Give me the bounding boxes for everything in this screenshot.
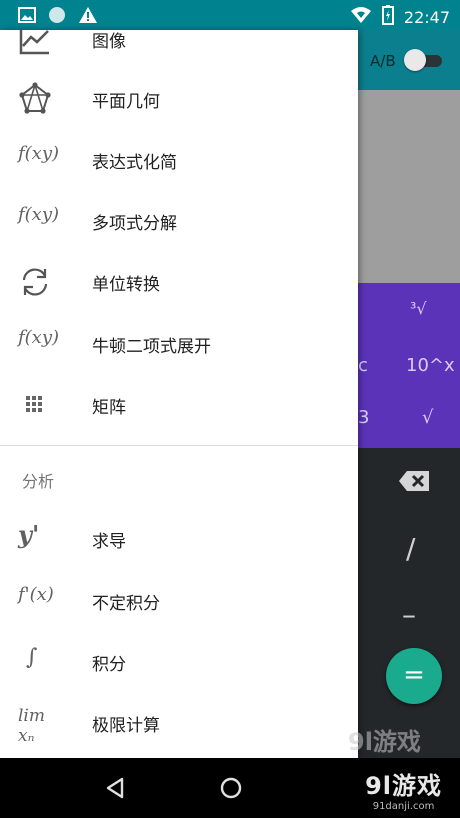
image-notification-icon bbox=[18, 7, 36, 27]
drawer-item-label: 图像 bbox=[92, 32, 126, 52]
ab-toggle-switch[interactable] bbox=[404, 49, 444, 71]
back-icon[interactable] bbox=[104, 776, 126, 804]
backspace-icon[interactable] bbox=[398, 470, 430, 496]
section-title-analysis: 分析 bbox=[22, 472, 55, 491]
c-key[interactable]: c bbox=[358, 355, 368, 376]
drawer-item-label: 求导 bbox=[92, 532, 126, 552]
function-icon: f(xy) bbox=[18, 204, 60, 225]
warning-icon bbox=[78, 6, 98, 28]
watermark-overlay: 9l游戏 bbox=[348, 728, 421, 756]
drawer-item-binomial[interactable]: f(xy) 牛顿二项式展开 bbox=[0, 313, 358, 374]
drawer-item-simplify[interactable]: f(xy) 表达式化简 bbox=[0, 129, 358, 190]
sqrt-key[interactable]: √ bbox=[422, 407, 433, 428]
chart-line-icon bbox=[18, 30, 54, 56]
drawer-item-plane-geometry[interactable]: 平面几何 bbox=[0, 68, 358, 129]
drawer-item-limit[interactable]: lim xₙ 极限计算 bbox=[0, 692, 358, 753]
drawer-item-derivative[interactable]: y' 求导 bbox=[0, 508, 358, 569]
digit-three-key[interactable]: 3 bbox=[358, 407, 369, 428]
status-bar: 22:47 bbox=[0, 0, 460, 30]
drawer-item-label: 单位转换 bbox=[92, 275, 160, 295]
drawer-item-label: 平面几何 bbox=[92, 92, 160, 112]
drawer-item-matrix[interactable]: 矩阵 bbox=[0, 374, 358, 435]
function-icon: f(xy) bbox=[18, 143, 60, 164]
derivative-icon: y' bbox=[18, 520, 40, 549]
system-nav-bar: 9l游戏 91danji.com bbox=[0, 758, 460, 818]
drawer-item-label: 多项式分解 bbox=[92, 214, 177, 234]
integral-icon: ∫ bbox=[26, 645, 38, 670]
navigation-drawer: 图像 平面几何 f(xy) 表达式化简 f(xy) 多项式分解 单位转换 f(x… bbox=[0, 30, 358, 758]
wifi-icon bbox=[350, 6, 372, 28]
drawer-item-label: 矩阵 bbox=[92, 398, 126, 418]
cube-root-key[interactable]: ³√ bbox=[410, 299, 427, 318]
sync-icon bbox=[18, 265, 54, 299]
drawer-item-integral[interactable]: ∫ 积分 bbox=[0, 631, 358, 692]
geometry-icon bbox=[18, 82, 54, 116]
watermark-url: 91danji.com bbox=[372, 801, 435, 812]
drawer-item-unit-convert[interactable]: 单位转换 bbox=[0, 251, 358, 312]
drawer-item-label: 牛顿二项式展开 bbox=[92, 337, 211, 357]
clock: 22:47 bbox=[403, 7, 450, 27]
antiderivative-icon: f'(x) bbox=[18, 584, 54, 605]
divide-key[interactable]: / bbox=[406, 532, 415, 565]
circle-notification-icon bbox=[48, 6, 66, 28]
scientific-keypad: ³√ c 10^x 3 √ bbox=[358, 283, 460, 448]
drawer-item-factorize[interactable]: f(xy) 多项式分解 bbox=[0, 190, 358, 251]
drawer-item-graph[interactable]: 图像 bbox=[0, 30, 358, 69]
drawer-item-label: 极限计算 bbox=[92, 716, 160, 736]
watermark: 9l游戏 91danji.com bbox=[365, 766, 442, 812]
grid-icon bbox=[18, 388, 54, 422]
drawer-divider bbox=[0, 445, 358, 446]
drawer-item-label: 表达式化简 bbox=[92, 153, 177, 173]
drawer-item-indefinite-integral[interactable]: f'(x) 不定积分 bbox=[0, 570, 358, 631]
battery-icon bbox=[381, 5, 394, 29]
home-icon[interactable] bbox=[219, 776, 243, 804]
limit-icon: lim xₙ bbox=[18, 706, 45, 746]
ab-toggle-label: A/B bbox=[370, 52, 396, 70]
calculator-background: A/B ³√ c 10^x 3 √ / – = bbox=[358, 30, 460, 758]
power-ten-key[interactable]: 10^x bbox=[406, 355, 455, 376]
minus-key[interactable]: – bbox=[402, 598, 416, 631]
function-icon: f(xy) bbox=[18, 327, 60, 348]
calculator-display bbox=[358, 90, 460, 283]
watermark-brand: 9l游戏 bbox=[365, 772, 442, 800]
drawer-item-label: 积分 bbox=[92, 655, 126, 675]
toggle-thumb bbox=[404, 49, 426, 71]
equals-button[interactable]: = bbox=[386, 648, 442, 704]
calculator-toolbar: A/B bbox=[358, 30, 460, 90]
drawer-item-label: 不定积分 bbox=[92, 594, 160, 614]
main-keypad: / – = bbox=[358, 448, 460, 758]
